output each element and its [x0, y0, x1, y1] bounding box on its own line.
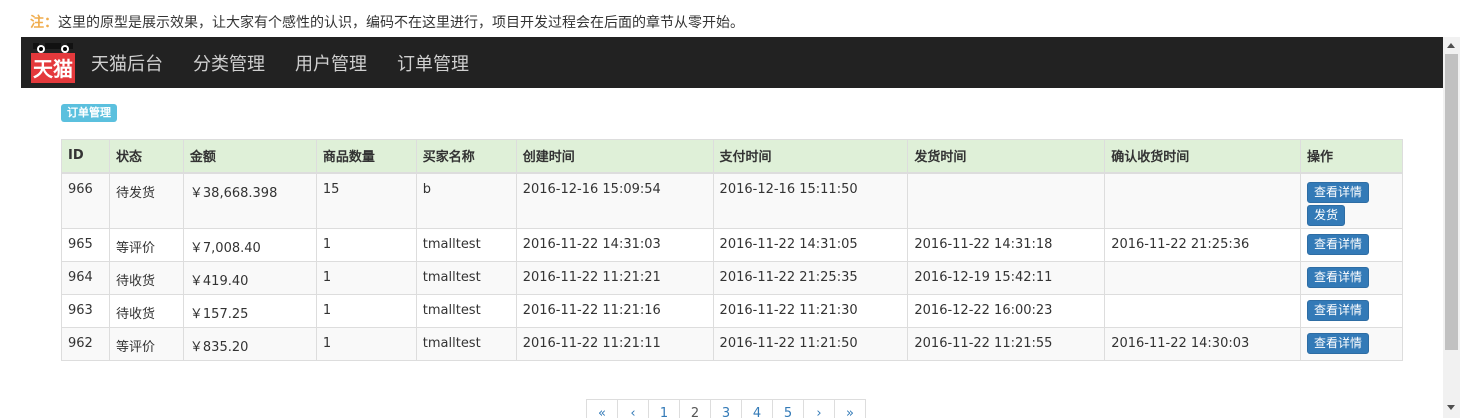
- cell-actions: 查看详情 发货: [1300, 172, 1403, 229]
- page-first[interactable]: «: [586, 399, 618, 418]
- col-header-created[interactable]: 创建时间: [515, 139, 714, 174]
- cell-buyer: b: [415, 172, 517, 229]
- cell-status: 等评价: [108, 227, 184, 262]
- view-details-button[interactable]: 查看详情: [1307, 332, 1370, 354]
- cell-id: 966: [61, 172, 110, 229]
- cell-buyer: tmalltest: [415, 227, 517, 262]
- cell-id: 963: [61, 293, 110, 328]
- ship-button[interactable]: 发货: [1307, 204, 1346, 226]
- table-header-row: ID 状态 金额 商品数量 买家名称 创建时间 支付时间 发货时间 确认收货时间…: [61, 139, 1403, 174]
- tmall-logo[interactable]: 天猫: [29, 37, 77, 86]
- cell-buyer: tmalltest: [415, 326, 517, 361]
- cell-amount: ￥835.20: [182, 326, 317, 361]
- cell-confirmed: [1104, 293, 1302, 328]
- cell-quantity: 1: [315, 227, 417, 262]
- view-details-button[interactable]: 查看详情: [1307, 299, 1370, 321]
- page-3[interactable]: 3: [710, 399, 742, 418]
- cell-paid: 2016-11-22 11:21:50: [712, 326, 909, 361]
- cell-created: 2016-11-22 14:31:03: [515, 227, 714, 262]
- col-header-shipped[interactable]: 发货时间: [907, 139, 1106, 174]
- vertical-scrollbar[interactable]: [1443, 37, 1460, 418]
- cell-actions: 查看详情: [1300, 326, 1403, 361]
- cell-id: 962: [61, 326, 110, 361]
- cell-id: 965: [61, 227, 110, 262]
- col-header-actions: 操作: [1300, 139, 1403, 174]
- pagination: « ‹ 1 2 3 4 5 › »: [586, 399, 866, 418]
- cell-shipped: 2016-12-22 16:00:23: [907, 293, 1106, 328]
- col-header-confirmed[interactable]: 确认收货时间: [1104, 139, 1302, 174]
- col-header-paid[interactable]: 支付时间: [712, 139, 909, 174]
- col-header-status[interactable]: 状态: [108, 139, 184, 174]
- page-4[interactable]: 4: [741, 399, 773, 418]
- cell-confirmed: [1104, 172, 1302, 229]
- scroll-up-arrow-icon[interactable]: [1447, 43, 1455, 48]
- note-prefix: 注：: [30, 15, 58, 31]
- col-header-amount[interactable]: 金额: [182, 139, 317, 174]
- table-row: 965 等评价 ￥7,008.40 1 tmalltest 2016-11-22…: [61, 227, 1403, 262]
- cell-shipped: 2016-12-19 15:42:11: [907, 260, 1106, 295]
- page-2[interactable]: 2: [679, 399, 711, 418]
- cell-amount: ￥7,008.40: [182, 227, 317, 262]
- cell-created: 2016-11-22 11:21:21: [515, 260, 714, 295]
- scrollbar-thumb[interactable]: [1445, 54, 1458, 350]
- cell-amount: ￥38,668.398: [182, 172, 317, 229]
- page-next[interactable]: ›: [803, 399, 835, 418]
- section-badge: 订单管理: [61, 104, 117, 122]
- scroll-down-arrow-icon[interactable]: [1447, 405, 1455, 410]
- view-details-button[interactable]: 查看详情: [1307, 266, 1370, 288]
- page-prev[interactable]: ‹: [617, 399, 649, 418]
- cell-shipped: 2016-11-22 11:21:55: [907, 326, 1106, 361]
- orders-table: ID 状态 金额 商品数量 买家名称 创建时间 支付时间 发货时间 确认收货时间…: [61, 139, 1403, 361]
- cell-quantity: 15: [315, 172, 417, 229]
- page-1[interactable]: 1: [648, 399, 680, 418]
- col-header-buyer[interactable]: 买家名称: [415, 139, 517, 174]
- cell-amount: ￥419.40: [182, 260, 317, 295]
- cell-paid: 2016-12-16 15:11:50: [712, 172, 909, 229]
- cell-paid: 2016-11-22 11:21:30: [712, 293, 909, 328]
- cell-quantity: 1: [315, 260, 417, 295]
- view-details-button[interactable]: 查看详情: [1307, 181, 1370, 203]
- page-5[interactable]: 5: [772, 399, 804, 418]
- col-header-id[interactable]: ID: [61, 139, 110, 174]
- cell-status: 待收货: [108, 293, 184, 328]
- cell-created: 2016-11-22 11:21:11: [515, 326, 714, 361]
- nav-item-categories[interactable]: 分类管理: [193, 50, 265, 76]
- nav-item-users[interactable]: 用户管理: [295, 50, 367, 76]
- cell-confirmed: [1104, 260, 1302, 295]
- logo-text: 天猫: [33, 57, 73, 81]
- cell-quantity: 1: [315, 293, 417, 328]
- cell-paid: 2016-11-22 21:25:35: [712, 260, 909, 295]
- cell-actions: 查看详情: [1300, 293, 1403, 328]
- col-header-quantity[interactable]: 商品数量: [315, 139, 417, 174]
- cell-id: 964: [61, 260, 110, 295]
- cell-buyer: tmalltest: [415, 293, 517, 328]
- table-row: 964 待收货 ￥419.40 1 tmalltest 2016-11-22 1…: [61, 260, 1403, 295]
- note-text: 这里的原型是展示效果，让大家有个感性的认识，编码不在这里进行，项目开发过程会在后…: [58, 15, 744, 31]
- table-row: 966 待发货 ￥38,668.398 15 b 2016-12-16 15:0…: [61, 172, 1403, 229]
- page-note: 注：这里的原型是展示效果，让大家有个感性的认识，编码不在这里进行，项目开发过程会…: [30, 12, 744, 32]
- cell-status: 等评价: [108, 326, 184, 361]
- cell-confirmed: 2016-11-22 21:25:36: [1104, 227, 1302, 262]
- cell-buyer: tmalltest: [415, 260, 517, 295]
- cell-actions: 查看详情: [1300, 260, 1403, 295]
- cell-amount: ￥157.25: [182, 293, 317, 328]
- cell-created: 2016-11-22 11:21:16: [515, 293, 714, 328]
- view-details-button[interactable]: 查看详情: [1307, 233, 1370, 255]
- cell-paid: 2016-11-22 14:31:05: [712, 227, 909, 262]
- cell-shipped: [907, 172, 1106, 229]
- cell-confirmed: 2016-11-22 14:30:03: [1104, 326, 1302, 361]
- navbar: 天猫 天猫后台 分类管理 用户管理 订单管理: [21, 37, 1443, 88]
- nav-item-orders[interactable]: 订单管理: [397, 50, 469, 76]
- table-row: 962 等评价 ￥835.20 1 tmalltest 2016-11-22 1…: [61, 326, 1403, 361]
- prototype-frame: 天猫 天猫后台 分类管理 用户管理 订单管理 订单管理 ID 状态 金额 商品数…: [21, 37, 1460, 418]
- cell-created: 2016-12-16 15:09:54: [515, 172, 714, 229]
- cell-actions: 查看详情: [1300, 227, 1403, 262]
- cell-status: 待发货: [108, 172, 184, 229]
- table-row: 963 待收货 ￥157.25 1 tmalltest 2016-11-22 1…: [61, 293, 1403, 328]
- page-last[interactable]: »: [834, 399, 866, 418]
- nav-item-admin[interactable]: 天猫后台: [91, 50, 163, 76]
- cell-status: 待收货: [108, 260, 184, 295]
- cell-quantity: 1: [315, 326, 417, 361]
- cell-shipped: 2016-11-22 14:31:18: [907, 227, 1106, 262]
